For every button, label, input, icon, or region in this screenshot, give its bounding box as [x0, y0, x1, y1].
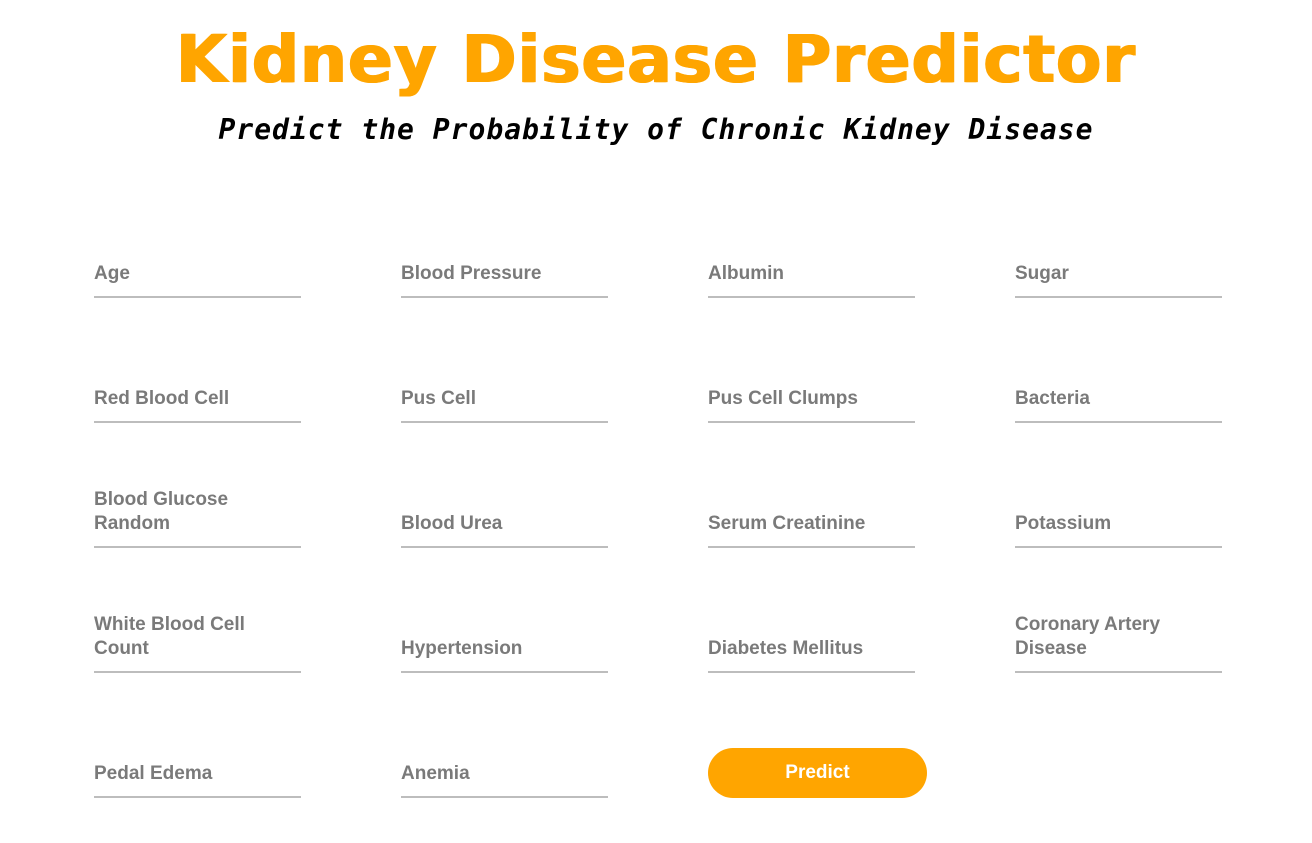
- hypertension-input[interactable]: [401, 629, 608, 673]
- white-blood-cell-count-input[interactable]: [94, 629, 301, 673]
- sugar-input[interactable]: [1015, 254, 1222, 298]
- field-pus-cell-clumps: Pus Cell Clumps: [708, 355, 915, 423]
- field-hypertension: Hypertension: [401, 605, 608, 673]
- field-sugar: Sugar: [1015, 230, 1222, 298]
- pus-cell-clumps-input[interactable]: [708, 379, 915, 423]
- page-subtitle: Predict the Probability of Chronic Kidne…: [218, 113, 1094, 146]
- field-pedal-edema: Pedal Edema: [94, 730, 301, 798]
- field-age: Age: [94, 230, 301, 298]
- blood-urea-input[interactable]: [401, 504, 608, 548]
- potassium-input[interactable]: [1015, 504, 1222, 548]
- field-coronary-artery-disease: Coronary Artery Disease: [1015, 605, 1222, 673]
- albumin-input[interactable]: [708, 254, 915, 298]
- field-white-blood-cell-count: White Blood Cell Count: [94, 605, 301, 673]
- field-anemia: Anemia: [401, 730, 608, 798]
- predict-button[interactable]: Predict: [708, 748, 927, 798]
- field-potassium: Potassium: [1015, 480, 1222, 548]
- field-bacteria: Bacteria: [1015, 355, 1222, 423]
- anemia-input[interactable]: [401, 754, 608, 798]
- pedal-edema-input[interactable]: [94, 754, 301, 798]
- coronary-artery-disease-input[interactable]: [1015, 629, 1222, 673]
- field-blood-pressure: Blood Pressure: [401, 230, 608, 298]
- diabetes-mellitus-input[interactable]: [708, 629, 915, 673]
- blood-glucose-random-input[interactable]: [94, 504, 301, 548]
- field-serum-creatinine: Serum Creatinine: [708, 480, 915, 548]
- field-blood-glucose-random: Blood Glucose Random: [94, 480, 301, 548]
- field-diabetes-mellitus: Diabetes Mellitus: [708, 605, 915, 673]
- age-input[interactable]: [94, 254, 301, 298]
- red-blood-cell-input[interactable]: [94, 379, 301, 423]
- serum-creatinine-input[interactable]: [708, 504, 915, 548]
- bacteria-input[interactable]: [1015, 379, 1222, 423]
- pus-cell-input[interactable]: [401, 379, 608, 423]
- field-pus-cell: Pus Cell: [401, 355, 608, 423]
- field-blood-urea: Blood Urea: [401, 480, 608, 548]
- field-red-blood-cell: Red Blood Cell: [94, 355, 301, 423]
- page-title: Kidney Disease Predictor: [176, 21, 1136, 98]
- field-albumin: Albumin: [708, 230, 915, 298]
- blood-pressure-input[interactable]: [401, 254, 608, 298]
